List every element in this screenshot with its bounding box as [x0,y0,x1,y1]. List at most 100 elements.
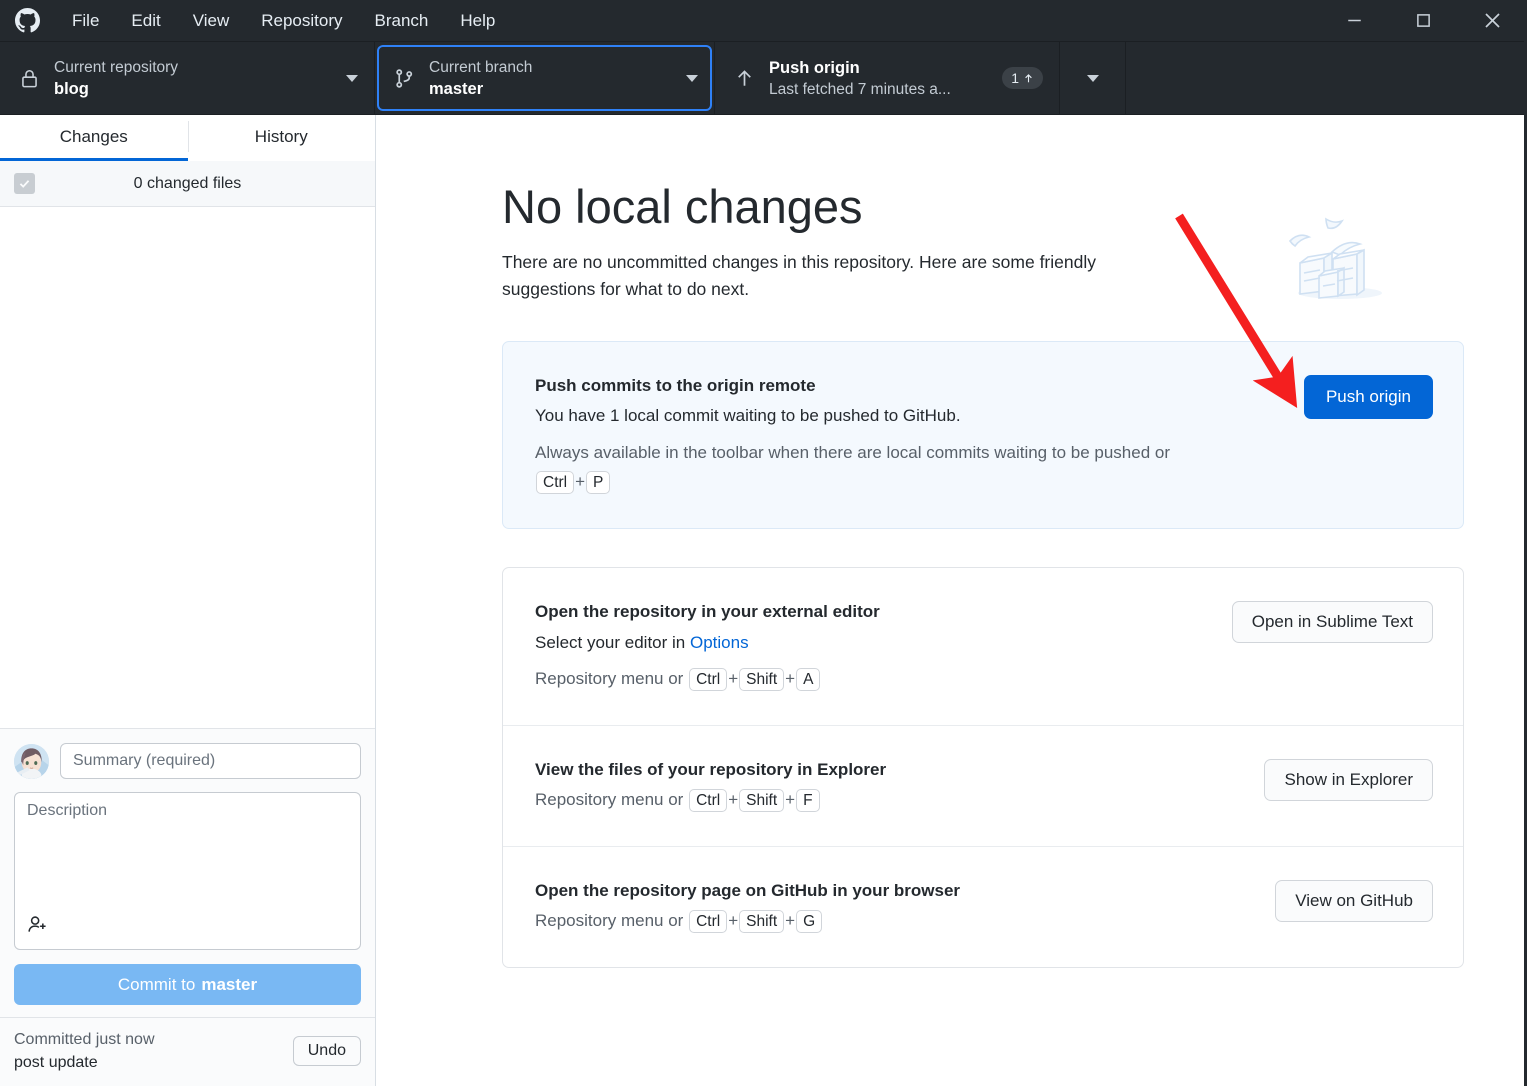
push-origin-toolbar-button[interactable]: Push origin Last fetched 7 minutes a... … [715,42,1060,114]
select-all-checkbox[interactable] [14,173,35,194]
card-action: Open in Sublime Text [1208,599,1433,644]
changed-files-header: 0 changed files [0,161,375,207]
main-panel: No local changes There are no uncommitte… [376,115,1527,1086]
title-bar: File Edit View Repository Branch Help [0,0,1527,42]
card-row-github: Open the repository page on GitHub in yo… [503,845,1463,967]
commit-description-box[interactable]: Description [14,792,361,950]
suggestion-card-push: Push commits to the origin remote You ha… [502,340,1464,530]
kbd-f: F [796,789,820,813]
commit-description-placeholder: Description [27,802,108,819]
kbd-plus: + [785,668,796,688]
card-description: Select your editor in Options [535,629,1208,656]
page-title: No local changes [502,180,863,233]
undo-button[interactable]: Undo [292,1036,361,1066]
card-title: View the files of your repository in Exp… [535,759,887,779]
menu-item-repository[interactable]: Repository [245,0,358,41]
chevron-down-icon [346,74,358,82]
current-repository-label: Current repository [54,58,179,76]
chevron-down-icon [686,74,698,82]
card-text: View the files of your repository in Exp… [535,757,1240,815]
ahead-count: 1 [1011,70,1019,86]
card-action: Push origin [1280,373,1433,419]
card-row: Push commits to the origin remote You ha… [503,342,1463,528]
close-button[interactable] [1458,0,1527,41]
options-link[interactable]: Options [690,633,749,652]
kbd-plus: + [575,472,586,492]
card-text: Open the repository page on GitHub in yo… [535,878,1251,936]
kbd-ctrl: Ctrl [689,667,728,691]
kbd-plus: + [728,668,739,688]
kbd-g: G [796,910,823,934]
toolbar-empty-space [1126,42,1527,114]
card-shortcut-prefix: Repository menu or [535,668,684,688]
current-repository-button[interactable]: Current repository blog [0,42,375,114]
kbd-shift: Shift [739,667,785,691]
card-title: Open the repository page on GitHub in yo… [535,880,961,900]
card-shortcut-prefix: Repository menu or [535,911,684,931]
commit-button-prefix: Commit to [117,974,196,994]
toolbar: Current repository blog Current branch m… [0,42,1527,115]
commit-status-text: Committed just now post update [14,1028,293,1074]
menu-item-edit[interactable]: Edit [115,0,176,41]
card-row-external-editor: Open the repository in your external edi… [503,568,1463,724]
card-row-explorer: View the files of your repository in Exp… [503,724,1463,846]
menu-item-branch[interactable]: Branch [359,0,445,41]
kbd-shift: Shift [739,789,785,813]
commit-status-time: Committed just now [14,1031,155,1048]
kbd-plus: + [785,911,796,931]
kbd-ctrl: Ctrl [689,789,728,813]
kbd-p: P [586,471,611,495]
kbd-plus: + [785,790,796,810]
menu-item-help[interactable]: Help [444,0,511,41]
card-title: Open the repository in your external edi… [535,602,880,622]
card-shortcut-prefix: Repository menu or [535,790,684,810]
card-description: You have 1 local commit waiting to be pu… [535,406,961,426]
push-origin-subtitle: Last fetched 7 minutes a... [769,80,951,98]
arrow-up-icon [1025,73,1032,82]
current-branch-button[interactable]: Current branch master [375,42,715,114]
card-shortcut-hint: Always available in the toolbar when the… [535,438,1185,498]
commit-summary-input[interactable] [60,743,361,779]
github-desktop-window: File Edit View Repository Branch Help Cu… [0,0,1527,1086]
app-body: Changes History 0 changed files Summary … [0,115,1527,1086]
card-text: Open the repository in your external edi… [535,599,1208,693]
checkmark-icon [19,180,30,188]
show-in-explorer-button[interactable]: Show in Explorer [1264,758,1433,801]
menu-bar: File Edit View Repository Branch Help [56,0,511,41]
window-controls [1320,0,1527,41]
branch-icon [391,68,417,89]
card-description-prefix: Select your editor in [535,632,686,652]
suggestion-card-group: Open the repository in your external edi… [502,567,1464,969]
push-origin-dropdown-button[interactable] [1060,42,1126,114]
open-in-editor-button[interactable]: Open in Sublime Text [1231,601,1433,644]
kbd-ctrl: Ctrl [536,471,575,495]
kbd-a: A [796,667,821,691]
current-branch-value: master [429,79,484,98]
view-on-github-button[interactable]: View on GitHub [1275,879,1433,922]
menu-item-file[interactable]: File [56,0,115,41]
kbd-plus: + [728,911,739,931]
lock-icon [16,68,42,89]
menu-item-view[interactable]: View [177,0,246,41]
tab-changes[interactable]: Changes [0,115,188,161]
tab-history[interactable]: History [187,115,376,161]
page-intro: There are no uncommitted changes in this… [502,251,1096,299]
changed-files-list [0,207,375,728]
card-action: Show in Explorer [1240,757,1433,801]
commit-to-branch-button[interactable]: Commit to master [14,964,361,1005]
push-origin-button[interactable]: Push origin [1303,374,1433,419]
commit-form: Description Commit to master [0,728,375,1017]
commit-status-message: post update [14,1054,98,1071]
add-person-icon[interactable] [27,914,49,941]
commit-button-branch: master [201,974,258,994]
card-shortcut-hint: Repository menu or Ctrl + Shift + F [535,785,1185,815]
chevron-down-icon [1086,74,1099,82]
card-shortcut-hint: Repository menu or Ctrl + Shift + G [535,906,1185,936]
arrow-up-icon [731,68,757,89]
kbd-ctrl: Ctrl [689,910,728,934]
maximize-button[interactable] [1389,0,1458,41]
current-repository-value: blog [54,79,89,98]
minimize-button[interactable] [1320,0,1389,41]
user-avatar [14,743,49,779]
kbd-shift: Shift [739,910,785,934]
